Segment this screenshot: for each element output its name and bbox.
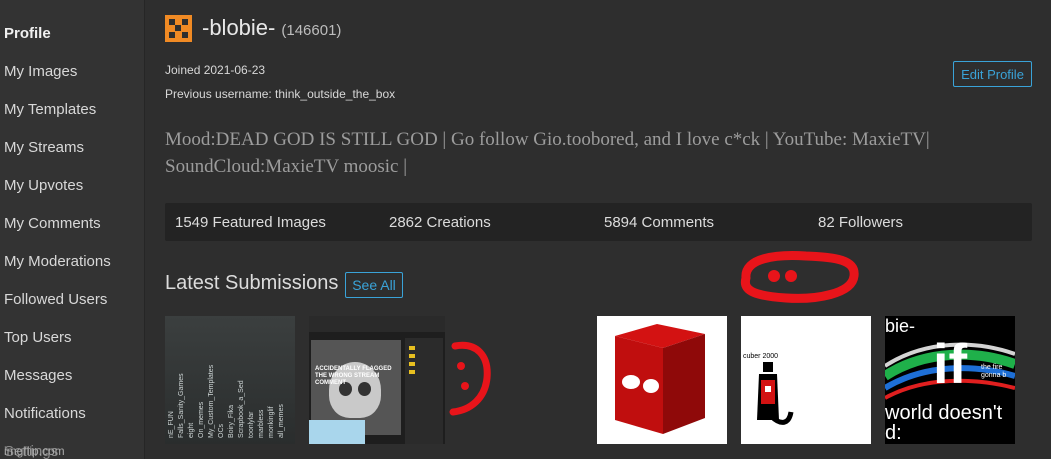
submission-thumbnail-2[interactable]: ACCIDENTALLY FLAGGED THE WRONG STREAM CO… (309, 316, 445, 444)
red-face-scribble (449, 341, 491, 416)
red-cube-image (615, 324, 705, 434)
thumb-text-line: eight (188, 422, 195, 438)
imgflip-watermark: imgflip.com (4, 444, 65, 458)
sidebar: Profile My Images My Templates My Stream… (0, 0, 145, 459)
sidebar-item-notifications[interactable]: Notifications (4, 405, 86, 422)
screenshot-topbar (309, 316, 445, 332)
thumb-text-line: My_Custom_Templates (208, 364, 215, 438)
thumb-text-line: Boiry_Fika (228, 404, 235, 438)
thumb-text-line: monkinglif (268, 406, 275, 438)
stat-creations[interactable]: 2862 Creations (389, 214, 491, 231)
caption-line: ACCIDENTALLY FLAGGED (315, 366, 392, 372)
user-points: (146601) (281, 22, 342, 39)
thumb-text-line: all_memes (278, 404, 285, 438)
stat-followers[interactable]: 82 Followers (818, 214, 903, 231)
red-scribble-annotation (740, 251, 859, 303)
sidebar-item-my-comments[interactable]: My Comments (4, 215, 101, 232)
previous-username: Previous username: think_outside_the_box (165, 87, 396, 101)
stats-bar: 1549 Featured Images 2862 Creations 5894… (165, 203, 1032, 241)
thumb-text-line: Falls_Sanity_Games (178, 373, 185, 438)
cuber-label: cuber 2000 (743, 353, 778, 360)
sidebar-item-profile[interactable]: Profile (4, 25, 51, 42)
thumb-text-line: marbless (258, 409, 265, 438)
sky-preview (309, 420, 365, 444)
stat-comments[interactable]: 5894 Comments (604, 214, 714, 231)
profile-main: -blobie- (146601) Joined 2021-06-23 Prev… (146, 0, 1051, 459)
thumb-caption: ACCIDENTALLY FLAGGED THE WRONG STREAM CO… (315, 366, 401, 387)
sidebar-item-followed-users[interactable]: Followed Users (4, 291, 107, 308)
submission-thumbnail-3[interactable] (597, 316, 727, 444)
cuber-drawing: cuber 2000 (743, 353, 794, 425)
joined-date: Joined 2021-06-23 (165, 63, 266, 77)
caption-line: THE WRONG STREAM COMMENT (315, 373, 380, 386)
sidebar-item-my-templates[interactable]: My Templates (4, 101, 96, 118)
profile-header: -blobie- (146601) (165, 15, 341, 42)
see-all-button[interactable]: See All (345, 272, 403, 298)
screenshot-side-panel (405, 338, 443, 444)
meme-text-last: d: (885, 422, 902, 444)
latest-submissions-title: Latest Submissions (165, 272, 339, 294)
thumb-text-line: OCs (218, 424, 225, 438)
meme-text-bottom: world doesn't (885, 402, 1003, 424)
submission-thumbnail-5[interactable]: bie- if the fire gonna b world doesn't d… (885, 316, 1015, 444)
profile-mood: Mood:DEAD GOD IS STILL GOD | Go follow G… (165, 129, 930, 177)
meme-text-big: if (933, 332, 968, 395)
submission-thumbnail-1[interactable]: nE_FUN Falls_Sanity_Games eight On_memes… (165, 316, 295, 444)
sidebar-item-top-users[interactable]: Top Users (4, 329, 72, 346)
sidebar-item-my-images[interactable]: My Images (4, 63, 77, 80)
sidebar-item-my-streams[interactable]: My Streams (4, 139, 84, 156)
sidebar-item-messages[interactable]: Messages (4, 367, 72, 384)
submission-thumbnail-4[interactable]: cuber 2000 (741, 316, 871, 444)
thumb-text-line: Scrapbook_a_Sed (238, 380, 245, 438)
sidebar-item-my-moderations[interactable]: My Moderations (4, 253, 111, 270)
thumb-text-line: nE_FUN (168, 411, 175, 438)
thumb-text-line: On_memes (198, 401, 205, 438)
avatar[interactable] (165, 15, 192, 42)
thumb-text-line: toonlylar (248, 411, 255, 438)
meme-text-small: the fire gonna b (981, 364, 1007, 379)
meme-text-top: bie- (885, 316, 916, 336)
stat-featured-images[interactable]: 1549 Featured Images (175, 214, 326, 231)
sidebar-item-my-upvotes[interactable]: My Upvotes (4, 177, 83, 194)
edit-profile-button[interactable]: Edit Profile (953, 61, 1032, 87)
username: -blobie- (202, 15, 276, 40)
